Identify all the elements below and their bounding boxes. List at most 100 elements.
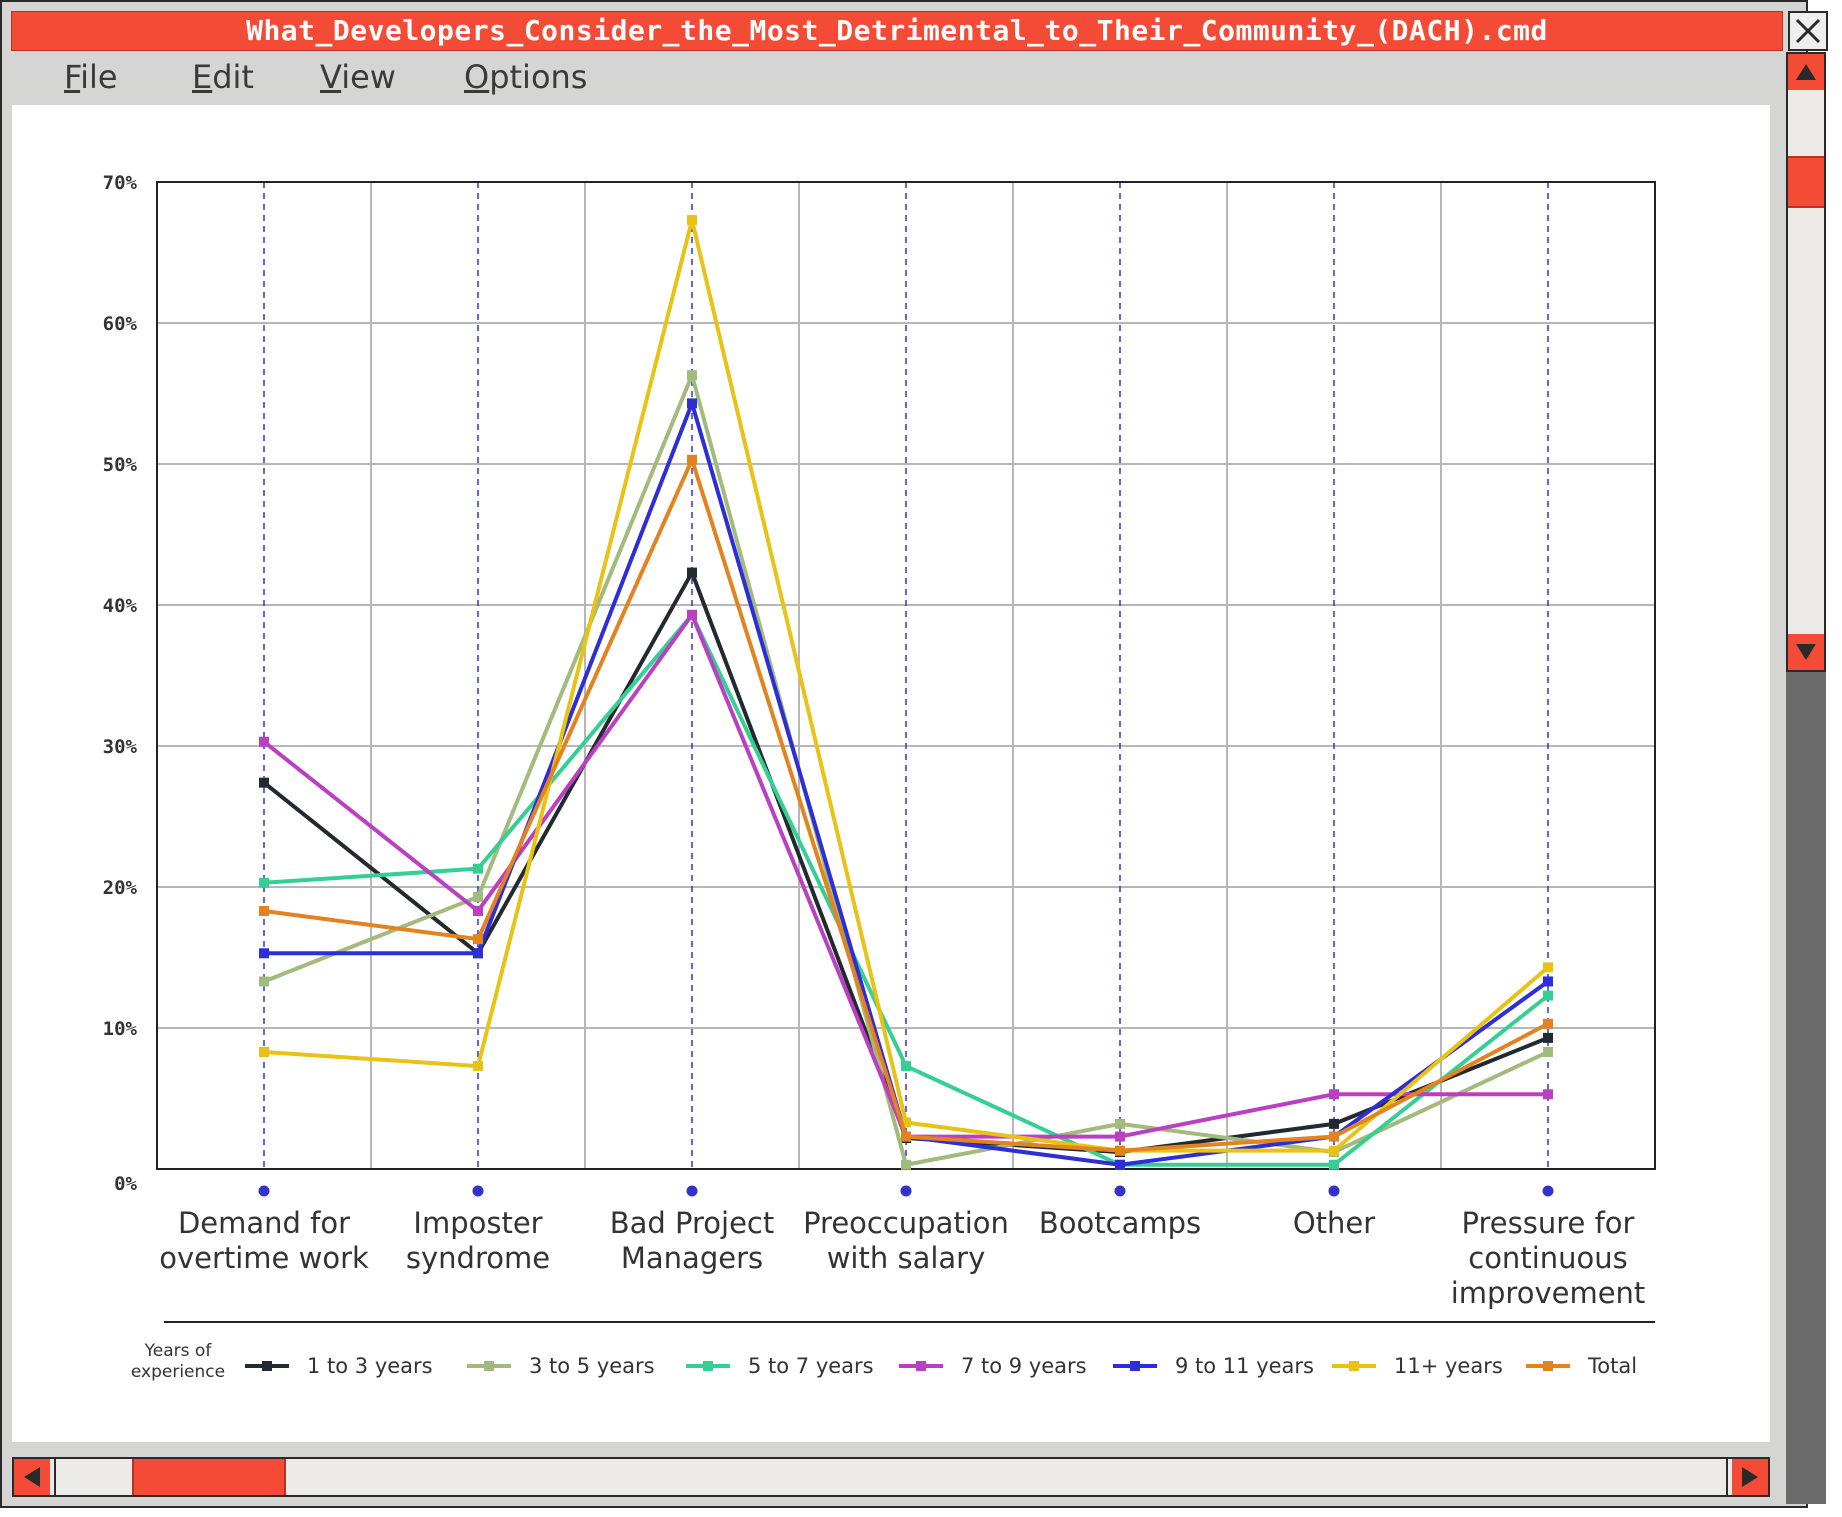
category-dot [1328, 1185, 1340, 1197]
data-point [1115, 1159, 1125, 1170]
x-tick-label: Managers [621, 1241, 763, 1275]
data-point [1329, 1145, 1339, 1156]
close-button[interactable] [1788, 11, 1828, 51]
data-point [1115, 1145, 1125, 1156]
data-point [1329, 1089, 1339, 1100]
y-tick-label: 70% [103, 172, 138, 194]
scroll-left-button[interactable] [14, 1459, 50, 1495]
data-point [473, 891, 483, 902]
legend-title: Years of [144, 1341, 213, 1361]
category-dot [1114, 1185, 1126, 1197]
data-point [1543, 990, 1553, 1001]
category-dot [1542, 1185, 1554, 1197]
legend-swatch-marker [484, 1361, 494, 1371]
legend-label: 3 to 5 years [529, 1354, 655, 1378]
data-point [259, 877, 269, 888]
x-tick-label: overtime work [159, 1241, 369, 1275]
data-point [1543, 1046, 1553, 1057]
menu-edit-rest: dit [212, 58, 254, 96]
menu-file[interactable]: File [64, 54, 118, 100]
data-point [259, 1046, 269, 1057]
x-tick-label: Demand for [178, 1206, 350, 1240]
data-point [687, 609, 697, 620]
y-tick-label: 40% [103, 595, 138, 617]
horizontal-scroll-thumb[interactable] [132, 1459, 286, 1495]
menu-options[interactable]: Options [464, 54, 587, 100]
category-dot [900, 1185, 912, 1197]
menu-options-key: O [464, 58, 490, 96]
y-tick-label: 30% [103, 736, 138, 758]
menu-options-rest: ptions [489, 58, 588, 96]
category-dot [472, 1185, 484, 1197]
legend-label: 9 to 11 years [1175, 1354, 1314, 1378]
x-tick-label: Bootcamps [1039, 1206, 1201, 1240]
data-point [473, 905, 483, 916]
data-point [473, 934, 483, 945]
legend-swatch-marker [703, 1361, 713, 1371]
data-point [901, 1159, 911, 1170]
data-point [687, 567, 697, 578]
horizontal-scroll-track[interactable] [54, 1459, 1728, 1495]
data-point [1543, 1018, 1553, 1029]
menu-view-key: V [320, 58, 342, 96]
data-point [1115, 1131, 1125, 1142]
legend-swatch-marker [1349, 1361, 1359, 1371]
y-tick-label: 10% [103, 1018, 138, 1040]
line-chart: 0% 10% 20% 30% 40% 50% 60% 70% Demand forovertim… [103, 172, 1656, 1382]
menu-bar: File Edit View Options [12, 54, 1772, 100]
y-tick-label: 50% [103, 454, 138, 476]
y-tick-label: 20% [103, 877, 138, 899]
scroll-right-button[interactable] [1732, 1459, 1768, 1495]
arrow-down-icon [1796, 644, 1816, 660]
menu-file-rest: ile [80, 58, 118, 96]
category-dot [686, 1185, 698, 1197]
window-title: What_Developers_Consider_the_Most_Detrim… [11, 11, 1783, 51]
legend-label: Total [1587, 1354, 1637, 1378]
x-tick-label: syndrome [406, 1241, 550, 1275]
x-tick-label: improvement [1451, 1276, 1646, 1310]
y-tick-label: 0% [114, 1173, 137, 1195]
x-tick-label: Imposter [413, 1206, 542, 1240]
scroll-up-button[interactable] [1788, 54, 1824, 90]
y-tick-label: 60% [103, 313, 138, 335]
data-point [687, 215, 697, 226]
menu-edit[interactable]: Edit [192, 54, 254, 100]
arrow-left-icon [24, 1467, 40, 1487]
data-point [1329, 1159, 1339, 1170]
data-point [1543, 1089, 1553, 1100]
x-tick-label: Pressure for [1462, 1206, 1635, 1240]
menu-edit-key: E [192, 58, 213, 96]
data-point [473, 948, 483, 959]
data-point [259, 948, 269, 959]
data-point [1543, 962, 1553, 973]
x-tick-label: Bad Project [610, 1206, 775, 1240]
legend-label: 1 to 3 years [307, 1354, 433, 1378]
data-point [901, 1061, 911, 1072]
data-point [1115, 1118, 1125, 1129]
data-point [687, 398, 697, 409]
menu-view-rest: iew [341, 58, 396, 96]
vertical-scrollbar[interactable] [1786, 52, 1826, 672]
category-dot [258, 1185, 270, 1197]
x-tick-label: with salary [827, 1241, 986, 1275]
legend-swatch-marker [1543, 1361, 1553, 1371]
legend-label: 11+ years [1394, 1354, 1503, 1378]
scroll-down-button[interactable] [1788, 634, 1824, 670]
app-window: What_Developers_Consider_the_Most_Detrim… [0, 0, 1828, 1508]
data-point [1329, 1131, 1339, 1142]
data-point [473, 863, 483, 874]
data-point [1543, 976, 1553, 987]
legend-label: 5 to 7 years [748, 1354, 874, 1378]
data-point [259, 976, 269, 987]
horizontal-scrollbar[interactable] [12, 1457, 1770, 1497]
vertical-scroll-thumb[interactable] [1788, 156, 1824, 208]
data-point [259, 905, 269, 916]
menu-view[interactable]: View [320, 54, 396, 100]
x-tick-label: Other [1293, 1206, 1375, 1240]
data-point [259, 777, 269, 788]
legend-swatch-marker [1130, 1361, 1140, 1371]
legend-title: experience [131, 1362, 225, 1382]
arrow-up-icon [1796, 64, 1816, 80]
data-point [687, 454, 697, 465]
x-tick-label: Preoccupation [803, 1206, 1009, 1240]
